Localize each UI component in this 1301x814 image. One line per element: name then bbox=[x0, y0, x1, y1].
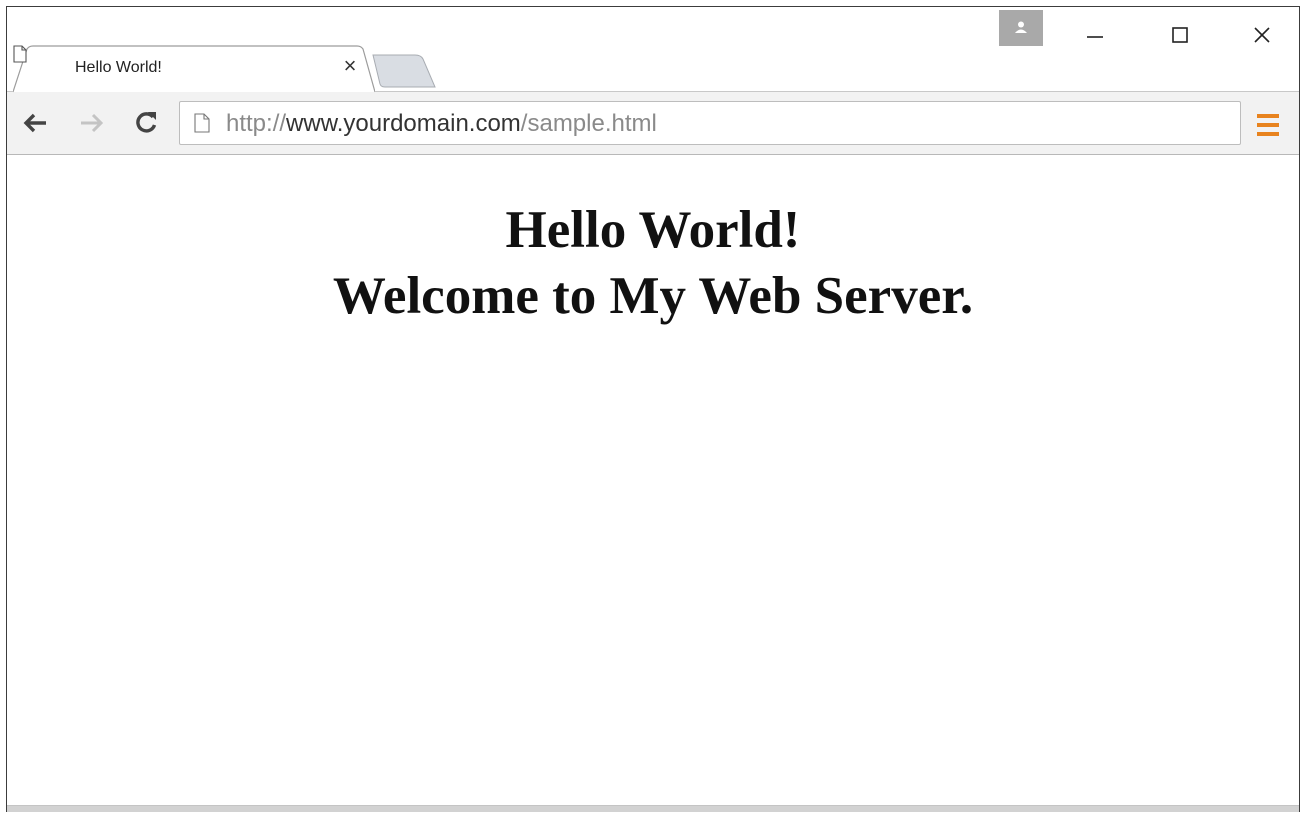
address-bar[interactable]: http://www.yourdomain.com/sample.html bbox=[179, 101, 1241, 145]
page-content: Hello World! Welcome to My Web Server. bbox=[7, 155, 1299, 805]
browser-window: Hello World! × http://www.yourdomain.com… bbox=[6, 6, 1300, 812]
back-button[interactable] bbox=[19, 106, 53, 140]
url-path: /sample.html bbox=[520, 110, 657, 137]
tab-shape bbox=[13, 45, 375, 93]
url-text: http://www.yourdomain.com/sample.html bbox=[226, 111, 657, 137]
close-window-button[interactable] bbox=[1242, 15, 1282, 55]
forward-button[interactable] bbox=[75, 106, 109, 140]
maximize-icon bbox=[1172, 27, 1188, 43]
arrow-left-icon bbox=[23, 113, 46, 133]
close-icon bbox=[1254, 27, 1270, 43]
page-icon bbox=[13, 45, 27, 63]
profile-button[interactable] bbox=[999, 10, 1043, 46]
tab-close-button[interactable]: × bbox=[339, 55, 361, 77]
arrow-right-icon bbox=[81, 113, 104, 133]
hamburger-menu-icon[interactable] bbox=[1255, 112, 1281, 138]
bottom-edge bbox=[7, 805, 1299, 812]
reload-icon bbox=[136, 112, 157, 133]
heading-line-2: Welcome to My Web Server. bbox=[332, 267, 974, 325]
url-host: www.yourdomain.com bbox=[286, 110, 521, 137]
tab-title: Hello World! bbox=[75, 59, 162, 76]
new-tab-button[interactable] bbox=[371, 53, 437, 89]
maximize-button[interactable] bbox=[1160, 15, 1200, 55]
reload-button[interactable] bbox=[129, 106, 163, 140]
heading-line-1: Hello World! bbox=[505, 201, 801, 259]
active-tab[interactable]: Hello World! × bbox=[13, 45, 375, 95]
minimize-icon bbox=[1087, 36, 1103, 38]
browser-toolbar: http://www.yourdomain.com/sample.html bbox=[7, 91, 1299, 155]
page-icon bbox=[194, 113, 210, 133]
profile-person-icon bbox=[1015, 21, 1027, 33]
minimize-button[interactable] bbox=[1075, 15, 1115, 55]
page-heading: Hello World! Welcome to My Web Server. bbox=[7, 197, 1299, 329]
url-scheme: http:// bbox=[226, 110, 287, 137]
title-bar: Hello World! × bbox=[7, 7, 1299, 93]
